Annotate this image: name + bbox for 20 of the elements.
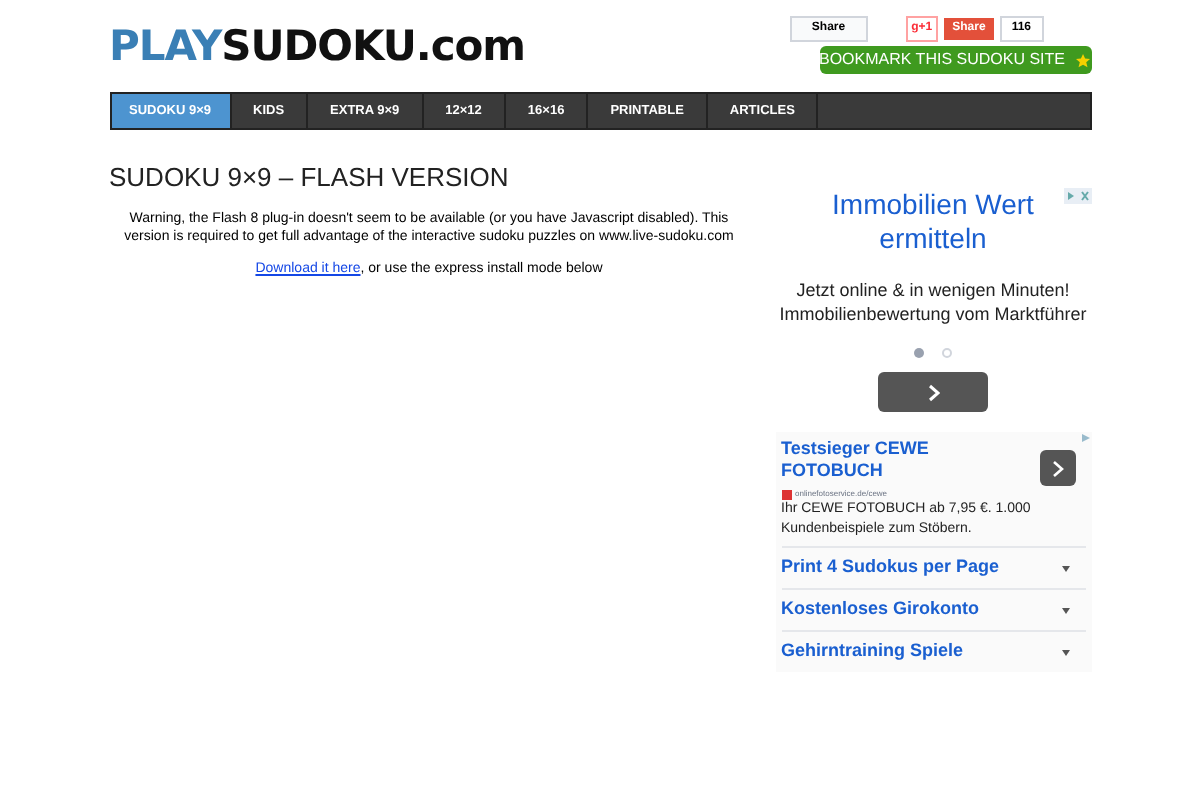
page-heading: SUDOKU 9×9 – FLASH VERSION — [109, 160, 511, 196]
ad-link[interactable]: Kostenloses Girokonto — [781, 588, 1085, 630]
ad-choices-icon[interactable] — [1063, 188, 1091, 204]
dropdown-icon — [1061, 649, 1069, 655]
ad-headline[interactable]: Immobilien Wert ermitteln — [775, 188, 1091, 256]
dropdown-icon — [1061, 607, 1069, 613]
next-button[interactable] — [1039, 450, 1075, 486]
ad-choices-icon[interactable] — [1079, 432, 1091, 444]
chevron-right-icon — [927, 383, 939, 401]
favicon-icon — [781, 489, 791, 499]
site-logo[interactable]: PLAYSUDOKU.com — [109, 26, 526, 68]
star-icon — [1076, 51, 1091, 69]
chevron-right-icon — [1051, 459, 1063, 477]
bookmark-button[interactable]: BOOKMARK THIS SUDOKU SITE — [819, 46, 1091, 74]
ad-link[interactable]: Gehirntraining Spiele — [781, 630, 1085, 672]
next-button[interactable] — [878, 372, 988, 412]
ad-link[interactable]: Print 4 Sudokus per Page — [781, 546, 1085, 588]
ad-text: Jetzt online & in wenigen Minuten! Immobilienbewertung vom Marktführer — [777, 278, 1089, 326]
dropdown-icon — [1061, 565, 1069, 571]
ad-headline[interactable]: Testsieger CEWE FOTOBUCH — [781, 438, 981, 482]
